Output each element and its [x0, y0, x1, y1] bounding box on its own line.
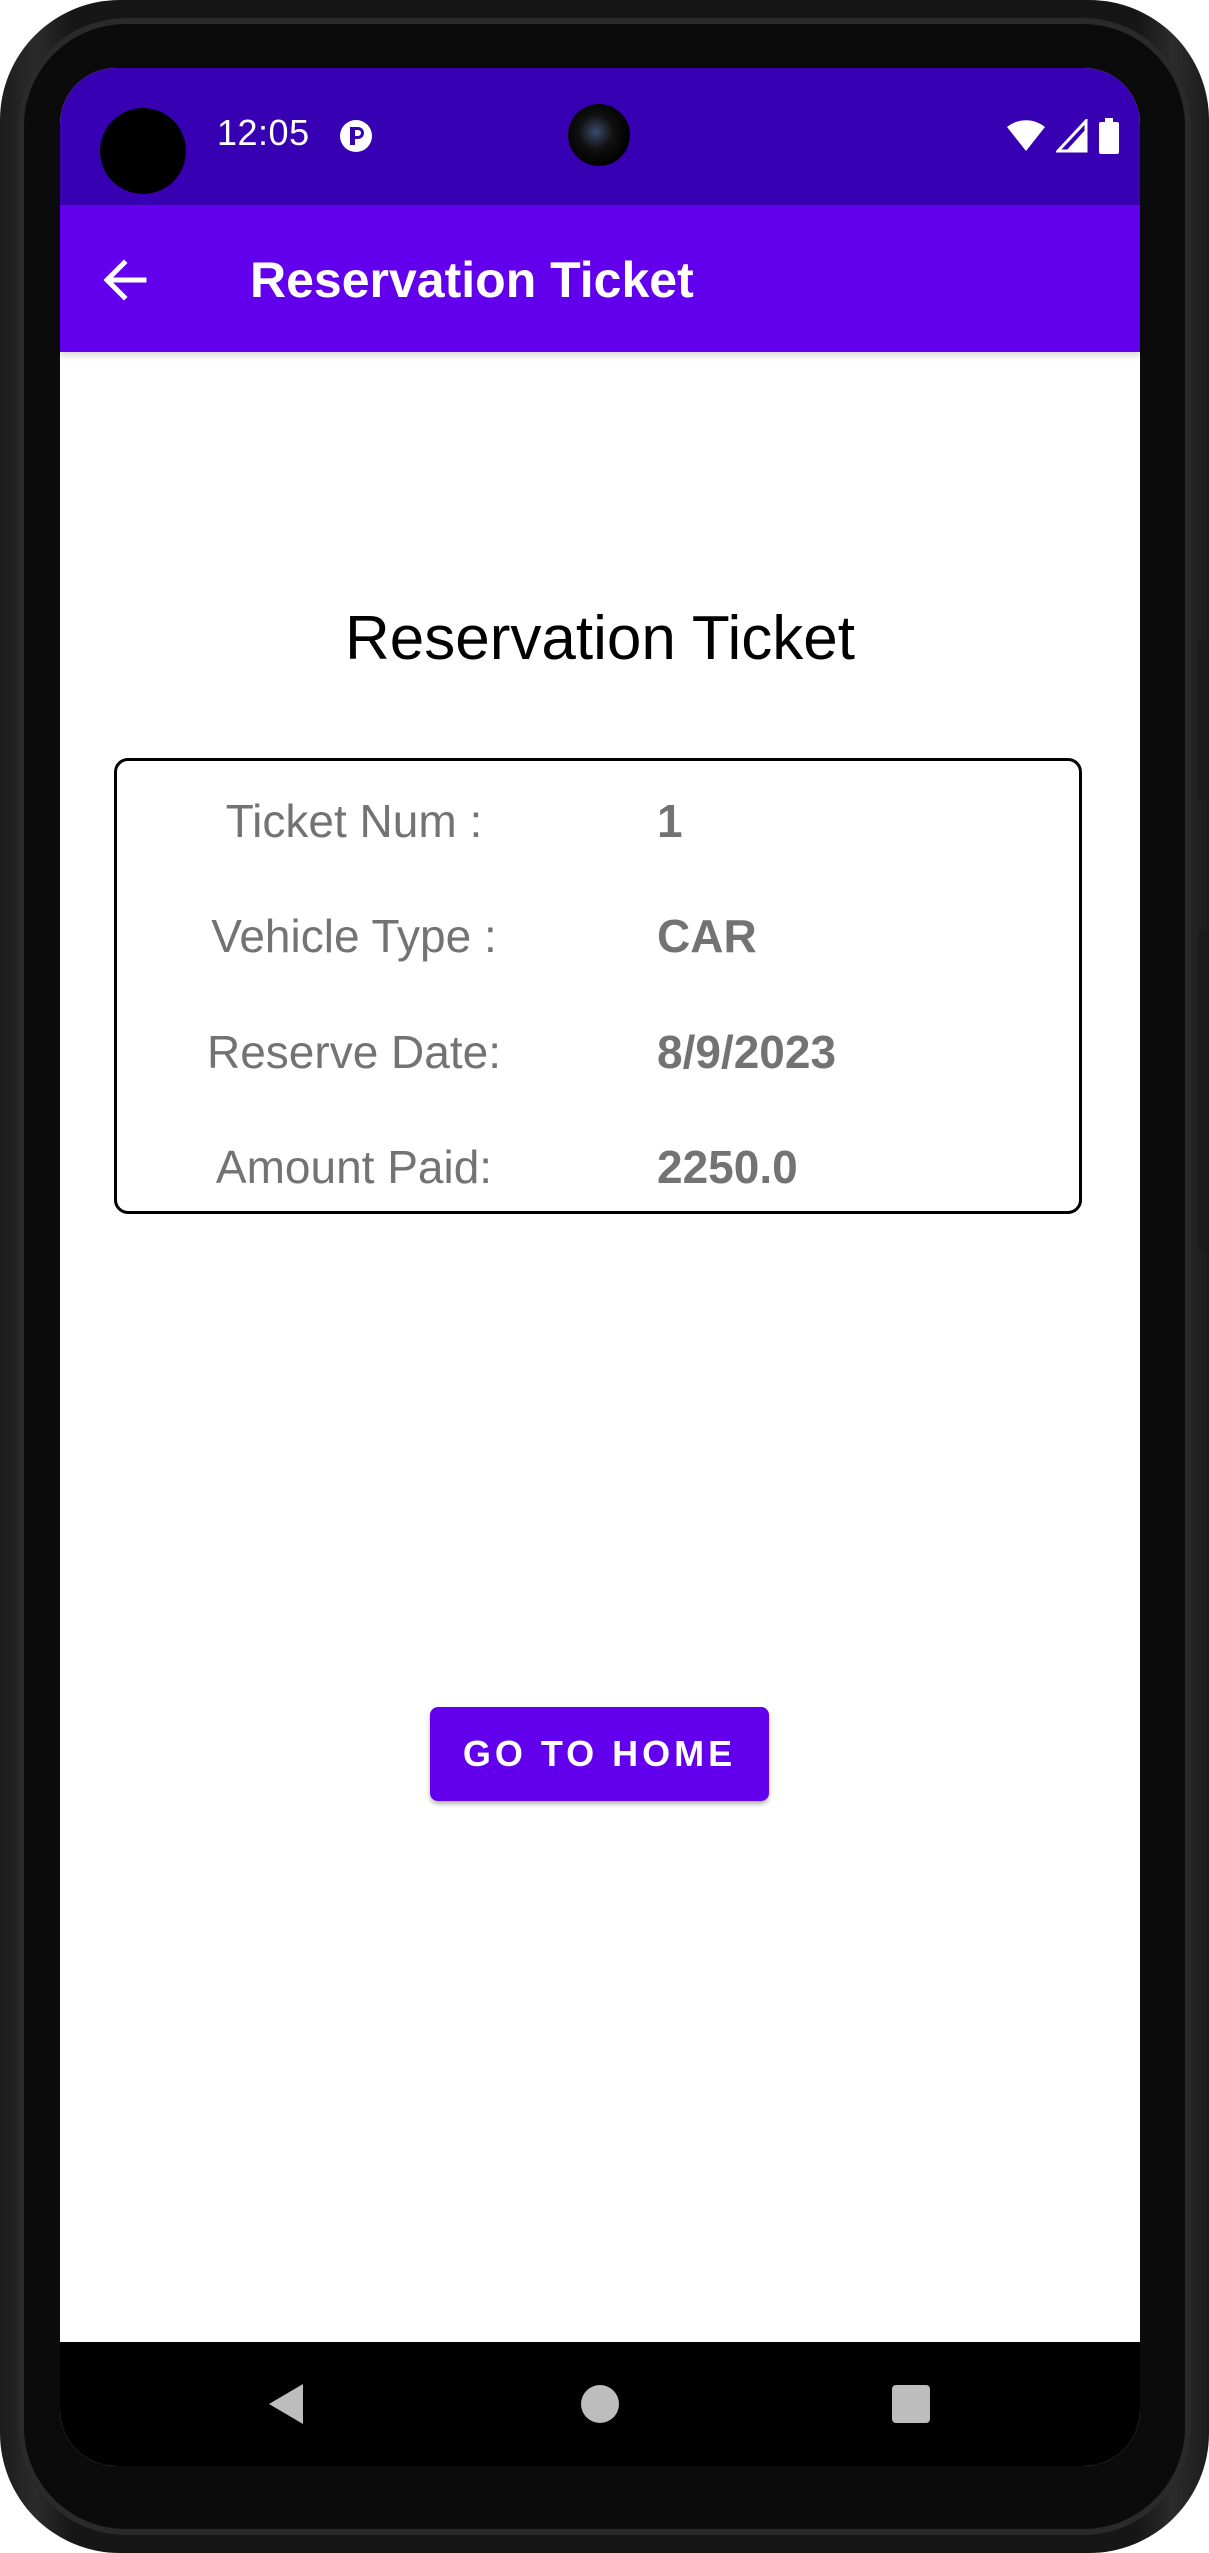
go-to-home-button[interactable]: GO TO HOME [430, 1707, 769, 1801]
status-bar: 12:05 [60, 68, 1140, 205]
ticket-card: Ticket Num : 1 Vehicle Type : CAR Reserv… [114, 758, 1082, 1214]
cellular-signal-icon [1056, 119, 1088, 153]
reserve-date-value: 8/9/2023 [657, 1026, 837, 1078]
screen: 12:05 Reservation Ticket Reservation Tic… [60, 68, 1140, 2466]
battery-icon [1099, 118, 1119, 154]
play-protect-icon [340, 120, 372, 152]
page-heading: Reservation Ticket [345, 604, 855, 673]
nav-back-icon[interactable] [265, 2382, 309, 2426]
app-bar-title: Reservation Ticket [250, 252, 694, 308]
vehicle-type-label: Vehicle Type : [211, 910, 497, 962]
reserve-date-row: Reserve Date: 8/9/2023 [117, 1017, 1079, 1087]
ticket-number-row: Ticket Num : 1 [117, 786, 1079, 856]
status-time: 12:05 [217, 112, 310, 153]
amount-paid-label: Amount Paid: [215, 1141, 493, 1193]
ticket-number-value: 1 [657, 795, 683, 847]
vehicle-type-value: CAR [657, 910, 757, 962]
nav-home-icon[interactable] [581, 2385, 619, 2423]
ticket-number-label: Ticket Num : [225, 795, 483, 847]
back-button[interactable] [90, 245, 160, 315]
reserve-date-label: Reserve Date: [206, 1026, 501, 1078]
volume-button [1199, 930, 1209, 1250]
amount-paid-row: Amount Paid: 2250.0 [117, 1132, 1079, 1202]
amount-paid-value: 2250.0 [657, 1141, 798, 1193]
arrow-left-icon [103, 259, 147, 301]
power-button [1199, 640, 1209, 800]
front-camera-cutout [100, 108, 186, 194]
camera-lens [568, 104, 630, 166]
device-stage: 12:05 Reservation Ticket Reservation Tic… [0, 0, 1209, 2553]
system-nav-bar [60, 2342, 1140, 2466]
nav-recents-icon[interactable] [892, 2385, 930, 2423]
wifi-icon [1007, 120, 1045, 151]
vehicle-type-row: Vehicle Type : CAR [117, 901, 1079, 971]
app-bar: Reservation Ticket [60, 205, 1140, 352]
status-indicators [1006, 116, 1120, 156]
